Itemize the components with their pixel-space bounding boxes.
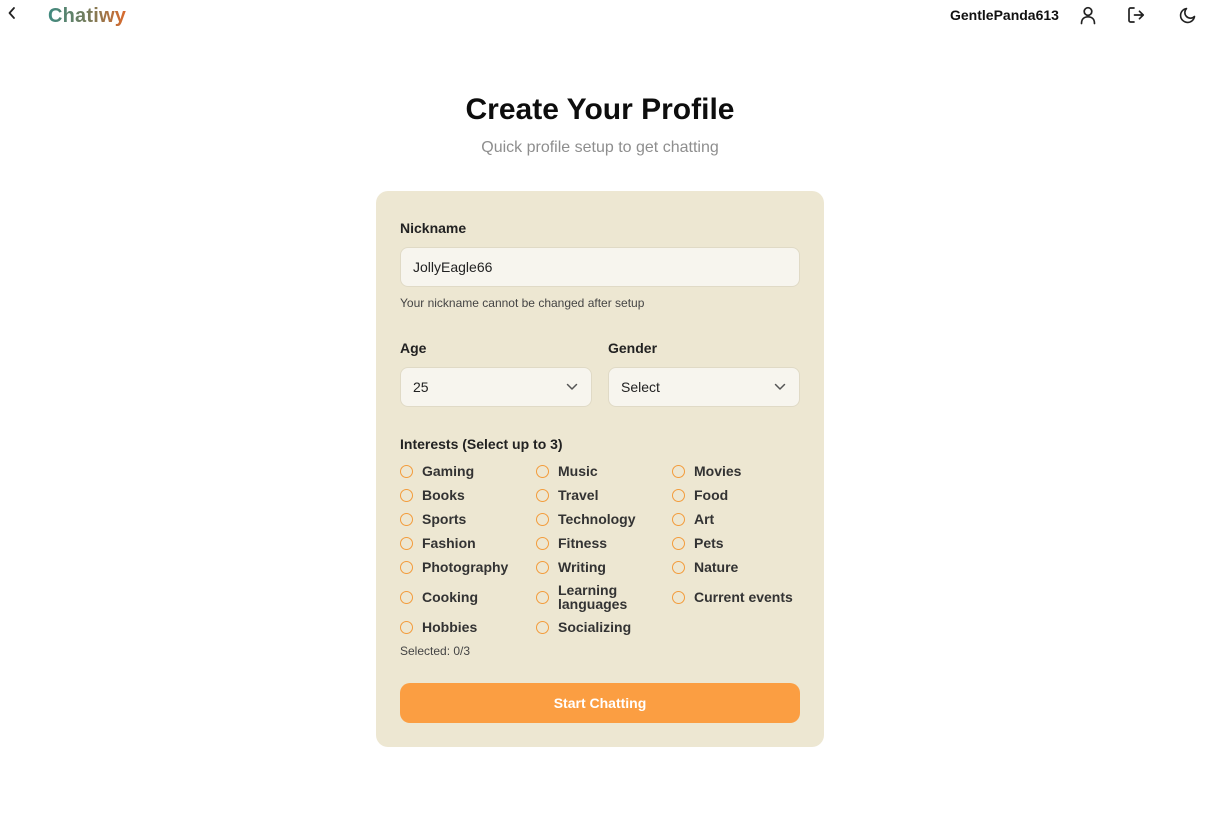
interest-label: Writing bbox=[558, 559, 606, 575]
app-logo[interactable]: Chatiwy bbox=[48, 4, 126, 28]
radio-circle bbox=[400, 512, 413, 526]
interest-option-pets[interactable]: Pets bbox=[672, 536, 724, 550]
radio-circle bbox=[672, 560, 685, 574]
logout-icon bbox=[1126, 5, 1146, 25]
gender-select[interactable]: Select bbox=[608, 367, 800, 407]
profile-button[interactable] bbox=[1077, 4, 1099, 26]
theme-toggle-button[interactable] bbox=[1177, 4, 1199, 26]
interest-label: Photography bbox=[422, 559, 509, 575]
interest-option-technology[interactable]: Technology bbox=[536, 512, 636, 526]
interest-option-socializing[interactable]: Socializing bbox=[536, 620, 631, 634]
interest-option-photography[interactable]: Photography bbox=[400, 560, 508, 574]
profile-form-card: Nickname Your nickname cannot be changed… bbox=[376, 191, 824, 747]
interest-label: Art bbox=[694, 511, 715, 527]
username-label: GentlePanda613 bbox=[950, 7, 1059, 23]
interest-label: Current events bbox=[694, 589, 793, 605]
interest-label: Pets bbox=[694, 535, 724, 551]
interest-label: Movies bbox=[694, 463, 742, 479]
age-select[interactable]: 25 bbox=[400, 367, 592, 407]
radio-circle bbox=[536, 488, 549, 502]
gender-select-value: Select bbox=[621, 379, 660, 395]
nickname-label: Nickname bbox=[400, 220, 467, 236]
radio-circle bbox=[536, 464, 549, 478]
interest-option-sports[interactable]: Sports bbox=[400, 512, 466, 526]
interest-option-fashion[interactable]: Fashion bbox=[400, 536, 476, 550]
interest-label: Technology bbox=[558, 511, 636, 527]
interests-counter: Selected: 0/3 bbox=[400, 644, 471, 658]
interest-option-travel[interactable]: Travel bbox=[536, 488, 598, 502]
radio-circle bbox=[536, 560, 549, 574]
radio-circle bbox=[400, 488, 413, 502]
gender-label: Gender bbox=[608, 340, 658, 356]
interest-label: Cooking bbox=[422, 589, 478, 605]
nickname-hint: Your nickname cannot be changed after se… bbox=[400, 296, 645, 310]
interest-option-music[interactable]: Music bbox=[536, 464, 598, 478]
age-select-value: 25 bbox=[413, 379, 429, 395]
top-bar: Chatiwy GentlePanda613 bbox=[0, 0, 1210, 34]
interest-label: Socializing bbox=[558, 619, 632, 635]
interest-option-hobbies[interactable]: Hobbies bbox=[400, 620, 477, 634]
interest-label: Fitness bbox=[558, 535, 608, 551]
radio-circle bbox=[536, 512, 549, 526]
interest-label: Gaming bbox=[422, 463, 475, 479]
interest-option-books[interactable]: Books bbox=[400, 488, 465, 502]
chevron-down-icon bbox=[773, 380, 787, 394]
page-title: Create Your Profile bbox=[465, 93, 735, 126]
interest-option-cooking[interactable]: Cooking bbox=[400, 590, 478, 604]
user-icon bbox=[1078, 5, 1098, 25]
interest-option-writing[interactable]: Writing bbox=[536, 560, 606, 574]
interest-option-food[interactable]: Food bbox=[672, 488, 728, 502]
radio-circle bbox=[672, 512, 685, 526]
interest-option-art[interactable]: Art bbox=[672, 512, 714, 526]
interest-label: Books bbox=[422, 487, 465, 503]
radio-circle bbox=[672, 536, 685, 550]
interest-option-movies[interactable]: Movies bbox=[672, 464, 741, 478]
interest-option-current-events[interactable]: Current events bbox=[672, 590, 793, 604]
nickname-input[interactable] bbox=[413, 259, 787, 275]
interest-option-fitness[interactable]: Fitness bbox=[536, 536, 607, 550]
interest-label: Learning languages bbox=[558, 582, 628, 612]
radio-circle bbox=[672, 464, 685, 478]
interest-label: Nature bbox=[694, 559, 739, 575]
interest-label: Sports bbox=[422, 511, 467, 527]
page-subtitle: Quick profile setup to get chatting bbox=[481, 139, 719, 156]
logout-button[interactable] bbox=[1125, 4, 1147, 26]
interest-option-gaming[interactable]: Gaming bbox=[400, 464, 474, 478]
chevron-left-icon bbox=[7, 6, 17, 25]
start-chatting-button[interactable]: Start Chatting bbox=[400, 683, 800, 723]
age-label: Age bbox=[400, 340, 427, 356]
moon-icon bbox=[1179, 6, 1197, 24]
back-button[interactable] bbox=[4, 5, 20, 25]
radio-circle bbox=[672, 590, 685, 604]
interest-label: Food bbox=[694, 487, 729, 503]
radio-circle bbox=[400, 536, 413, 550]
radio-circle bbox=[672, 488, 685, 502]
interest-option-nature[interactable]: Nature bbox=[672, 560, 738, 574]
radio-circle bbox=[536, 590, 549, 604]
radio-circle bbox=[536, 536, 549, 550]
chevron-down-icon bbox=[565, 380, 579, 394]
interest-label: Fashion bbox=[422, 535, 476, 551]
interests-label: Interests (Select up to 3) bbox=[400, 436, 563, 452]
radio-circle bbox=[400, 590, 413, 604]
interest-option-learning-languages[interactable]: Learning languages bbox=[536, 583, 632, 611]
nickname-field-wrapper bbox=[400, 247, 800, 287]
radio-circle bbox=[536, 620, 549, 634]
radio-circle bbox=[400, 620, 413, 634]
radio-circle bbox=[400, 464, 413, 478]
radio-circle bbox=[400, 560, 413, 574]
interest-label: Travel bbox=[558, 487, 599, 503]
interest-label: Hobbies bbox=[422, 619, 478, 635]
interest-label: Music bbox=[558, 463, 598, 479]
